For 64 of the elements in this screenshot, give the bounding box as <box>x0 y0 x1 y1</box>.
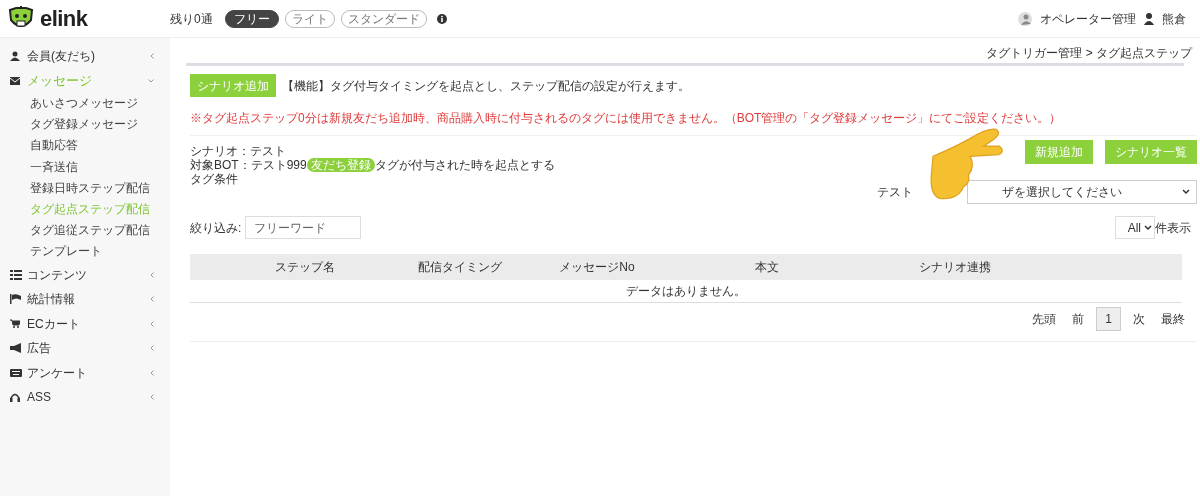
chevron-left-icon <box>150 394 154 401</box>
operator-icon <box>1018 11 1032 26</box>
keyboard-icon <box>10 368 22 377</box>
chevron-left-icon <box>150 369 154 376</box>
page-link[interactable]: 前 <box>1068 309 1089 328</box>
megaphone-icon <box>10 343 22 354</box>
sidebar-subitem[interactable]: あいさつメッセージ <box>30 93 138 115</box>
test-label: テスト <box>877 184 913 201</box>
sidebar-item[interactable]: ECカート <box>27 314 80 333</box>
sidebar-subitem[interactable]: 一斉送信 <box>30 156 78 178</box>
sidebar-subitem[interactable]: 自動応答 <box>30 135 78 157</box>
page-link[interactable]: 最終 <box>1157 309 1189 328</box>
sidebar-item[interactable]: 統計情報 <box>27 290 75 309</box>
user-icon <box>1144 12 1154 25</box>
headphones-icon <box>10 392 22 402</box>
page-size-select[interactable]: All <box>1115 216 1155 239</box>
user-link[interactable]: 熊倉 <box>1162 9 1186 28</box>
filter-field[interactable]: フリーワード <box>245 216 362 239</box>
sidebar-item[interactable]: コンテンツ <box>27 265 87 284</box>
sidebar-item[interactable]: アンケート <box>27 363 87 382</box>
sidebar-subitem[interactable]: テンプレート <box>30 241 102 263</box>
chevron-down-icon <box>148 78 154 83</box>
column-header: メッセージNo <box>552 254 642 280</box>
page-link[interactable]: 先頭 <box>1028 309 1061 328</box>
chevron-down-icon <box>1144 224 1152 231</box>
target-condition-text: タグが付与された時を起点とする <box>374 158 555 172</box>
empty-table-message: データはありません。 <box>190 280 1182 302</box>
test-user-select[interactable]: ザを選択してください <box>967 180 1197 204</box>
sidebar-subitem[interactable]: 登録日時ステップ配信 <box>30 177 150 199</box>
chevron-left-icon <box>150 296 154 303</box>
breadcrumb: タグトリガー管理 > タグ起点ステップ <box>986 45 1192 62</box>
chevron-left-icon <box>150 320 154 327</box>
operator-link[interactable]: オペレーター管理 <box>1040 9 1136 28</box>
column-header: ステップ名 <box>242 254 367 280</box>
list-icon <box>10 269 22 280</box>
page-link[interactable]: 1 <box>1096 306 1121 331</box>
description-text: 【機能】タグ付与タイミングを起点とし、ステップ配信の設定が行えます。 <box>282 77 690 95</box>
filter-label: 絞り込み: <box>190 219 242 237</box>
remaining-count: 残り0通 <box>170 10 213 28</box>
tag-condition-label: タグ条件 <box>190 172 239 186</box>
column-header: 配信タイミング <box>367 254 552 280</box>
flag-icon <box>10 294 22 305</box>
sidebar-subitem[interactable]: タグ登録メッセージ <box>30 114 138 136</box>
chevron-left-icon <box>150 271 154 278</box>
envelope-icon <box>10 76 22 85</box>
tag-badge: 友だち登録 <box>306 158 375 172</box>
cart-icon <box>10 319 22 329</box>
info-icon <box>436 13 447 24</box>
page-size-label: 件表示 <box>1155 219 1191 237</box>
sidebar-item[interactable]: ASS <box>27 388 51 407</box>
logo-text: elink <box>40 5 88 33</box>
user-icon <box>10 51 22 62</box>
plan-badge: フリー <box>224 9 279 28</box>
column-header: 本文 <box>642 254 892 280</box>
chevron-down-icon <box>1182 189 1190 195</box>
sidebar-item[interactable]: 広告 <box>27 339 51 358</box>
scenario-text: シナリオ：テスト <box>190 144 287 158</box>
page-link[interactable]: 次 <box>1129 309 1149 328</box>
chevron-left-icon <box>150 53 154 60</box>
sidebar-item[interactable]: 会員(友だち) <box>27 47 95 66</box>
chevron-left-icon <box>150 345 154 352</box>
column-header: シナリオ連携 <box>892 254 1017 280</box>
sidebar-subitem[interactable]: タグ追従ステップ配信 <box>30 220 150 242</box>
target-bot-text: 対象BOT：テスト999 <box>190 158 307 172</box>
